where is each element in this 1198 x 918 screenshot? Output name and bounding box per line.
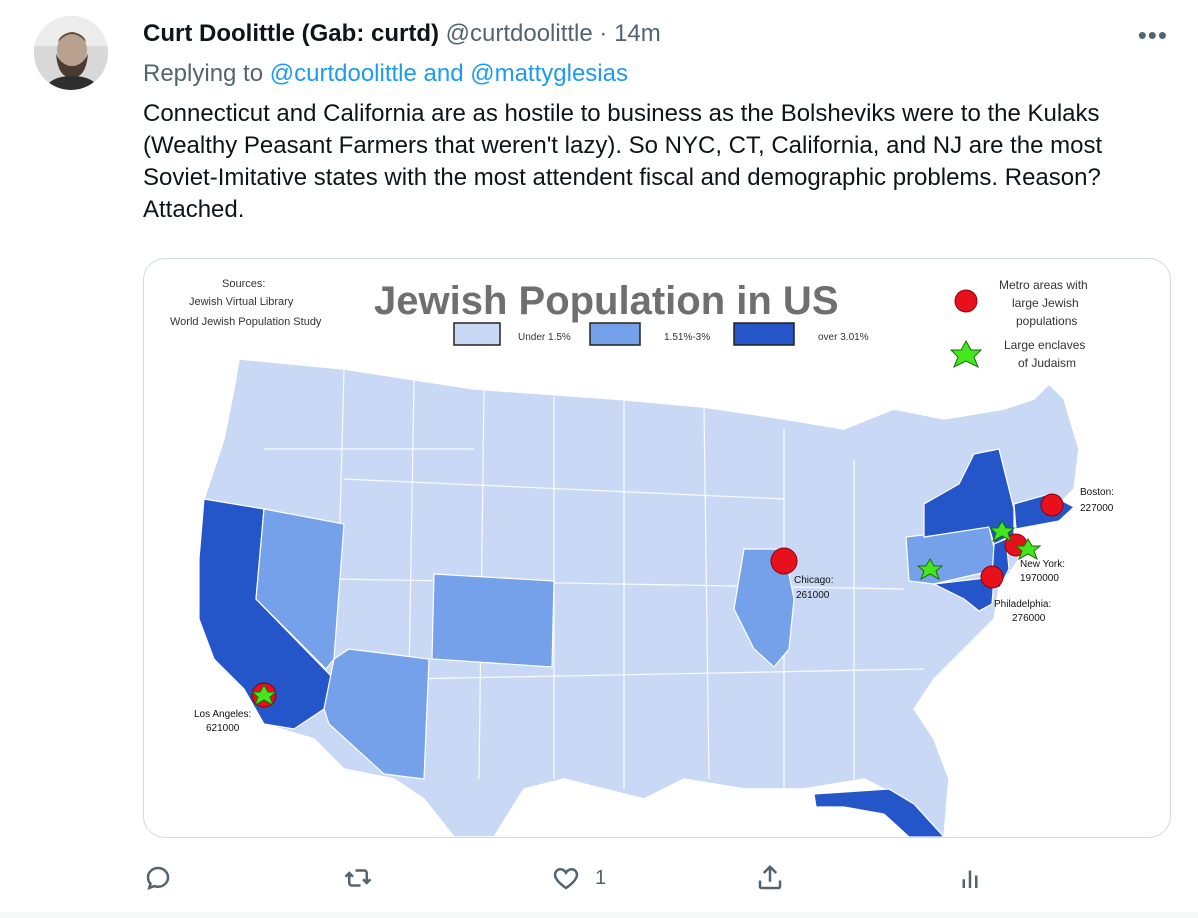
city-boston-name: Boston: [1080,487,1114,498]
city-philadelphia-name: Philadelphia: [994,599,1051,610]
share-button[interactable] [755,848,785,908]
legend-metro-line1: Metro areas with [999,278,1088,292]
reply-icon [146,866,170,891]
map-title: Jewish Population in US [374,279,839,323]
legend-metro-line2: large Jewish [1012,296,1079,310]
city-new-york-pop: 1970000 [1020,573,1059,584]
legend-metro-icon [954,289,978,313]
metro-marker-chicago [770,547,798,575]
tweet[interactable]: Curt Doolittle (Gab: curtd) @curtdoolitt… [0,0,1198,913]
timestamp[interactable]: 14m [614,20,661,47]
tweet-header: Curt Doolittle (Gab: curtd) @curtdoolitt… [143,18,661,50]
city-boston-pop: 227000 [1080,503,1114,514]
replying-to-prefix: Replying to [143,60,264,87]
like-count: 1 [595,866,607,889]
author-name[interactable]: Curt Doolittle (Gab: curtd) [143,20,439,47]
more-options-icon[interactable]: ••• [1138,20,1168,51]
reply-button[interactable] [143,848,173,908]
separator: · [599,20,608,47]
author-handle[interactable]: @curtdoolittle [446,20,593,47]
jewish-population-map: Jewish Population in US Sources: Jewish … [144,259,1170,837]
replying-to: Replying to @curtdoolittle and @mattygle… [143,58,628,90]
legend-high-label: over 3.01% [818,332,869,343]
analytics-button[interactable] [955,848,985,908]
sources-label: Sources: [222,278,265,290]
legend-swatch-low [453,322,501,346]
state-colorado [431,573,555,668]
city-chicago-name: Chicago: [794,575,833,586]
analytics-icon [962,870,978,888]
legend-enclave-line1: Large enclaves [1004,338,1085,352]
legend-mid-label: 1.51%-3% [664,332,710,343]
metro-marker-philadelphia [980,565,1004,589]
source-2: World Jewish Population Study [170,316,322,328]
city-chicago-pop: 261000 [796,590,830,601]
like-icon [553,867,579,890]
tweet-actions: 1 [143,848,1173,908]
legend-enclave-line2: of Judaism [1018,356,1076,370]
retweet-button[interactable] [343,848,373,908]
city-los-angeles-name: Los Angeles: [194,709,251,720]
legend-swatch-mid [589,322,641,346]
city-new-york-name: New York: [1020,559,1065,570]
city-los-angeles-pop: 621000 [206,723,240,734]
avatar[interactable] [34,16,108,90]
tweet-text: Connecticut and California are as hostil… [143,100,1103,223]
retweet-icon [344,869,372,887]
source-1: Jewish Virtual Library [189,296,294,308]
like-button[interactable]: 1 [551,848,606,908]
legend-low-label: Under 1.5% [518,332,571,343]
legend-swatch-high [733,322,795,346]
replying-to-link[interactable]: @curtdoolittle and @mattyglesias [270,60,628,87]
city-philadelphia-pop: 276000 [1012,613,1046,624]
divider [0,912,1198,918]
share-icon [758,864,782,890]
metro-marker-boston [1040,493,1064,517]
tweet-media-image[interactable]: Jewish Population in US Sources: Jewish … [143,258,1171,838]
legend-metro-line3: populations [1016,314,1077,328]
avatar-image [34,16,108,90]
